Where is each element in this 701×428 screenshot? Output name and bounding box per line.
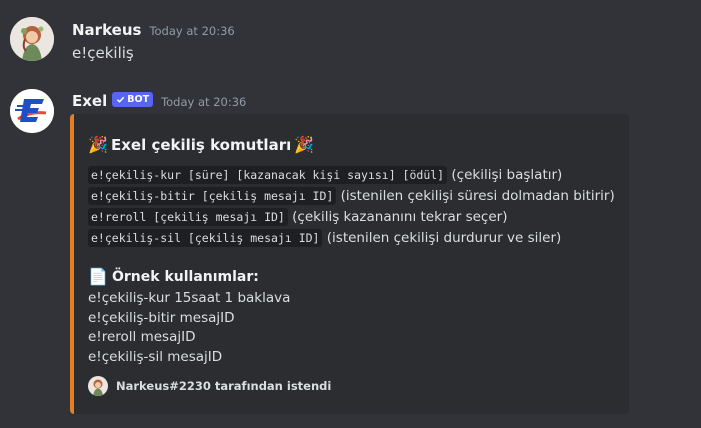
command-description: (istenilen çekilişi süresi dolmadan biti…	[336, 188, 615, 204]
examples-title-text: Örnek kullanımlar:	[112, 268, 259, 285]
user-avatar-narkeus[interactable]	[10, 17, 54, 61]
bot-tag: BOT	[112, 92, 154, 107]
username[interactable]: Narkeus	[72, 21, 141, 39]
party-popper-icon: 🎉	[88, 135, 108, 154]
message-header: Narkeus Today at 20:36	[72, 21, 235, 39]
bot-tag-label: BOT	[127, 94, 150, 105]
footer-avatar	[88, 376, 108, 396]
example-line: e!çekiliş-kur 15saat 1 baklava	[88, 290, 291, 306]
examples-title: 📄 Örnek kullanımlar:	[88, 267, 259, 286]
command-line: e!çekiliş-kur [süre] [kazanacak kişi say…	[88, 166, 563, 184]
example-line: e!çekiliş-sil mesajID	[88, 349, 223, 365]
timestamp[interactable]: Today at 20:36	[161, 95, 246, 109]
avatar-illustration-icon	[10, 17, 54, 61]
footer-avatar-icon	[88, 376, 108, 396]
message-content: e!çekiliş	[72, 44, 134, 62]
example-line: e!reroll mesajID	[88, 329, 196, 345]
embed-title-text: Exel çekiliş komutları	[111, 135, 292, 154]
embed-footer: Narkeus#2230 tarafından istendi	[88, 376, 331, 396]
command-code: e!çekiliş-kur [süre] [kazanacak kişi say…	[88, 166, 448, 184]
command-code: e!çekiliş-bitir [çekiliş mesajı ID]	[88, 187, 337, 205]
timestamp[interactable]: Today at 20:36	[149, 24, 234, 38]
example-line: e!çekiliş-bitir mesajID	[88, 310, 235, 326]
command-description: (istenilen çekilişi durdurur ve siler)	[322, 230, 562, 246]
embed: 🎉 Exel çekiliş komutları 🎉 e!çekiliş-kur…	[70, 114, 629, 414]
command-line: e!reroll [çekiliş mesajı ID] (çekiliş ka…	[88, 208, 508, 226]
command-line: e!çekiliş-bitir [çekiliş mesajı ID] (ist…	[88, 187, 615, 205]
command-line: e!çekiliş-sil [çekiliş mesajı ID] (isten…	[88, 229, 562, 247]
footer-text: Narkeus#2230 tarafından istendi	[116, 379, 332, 393]
exel-logo-icon	[10, 89, 54, 133]
page-facing-up-icon: 📄	[88, 267, 108, 286]
party-popper-icon: 🎉	[294, 135, 315, 154]
username[interactable]: Exel	[72, 92, 107, 110]
command-code: e!reroll [çekiliş mesajı ID]	[88, 208, 288, 226]
embed-title: 🎉 Exel çekiliş komutları 🎉	[88, 135, 314, 154]
checkmark-icon	[117, 96, 125, 103]
command-description: (çekilişi başlatır)	[447, 167, 563, 183]
command-description: (çekiliş kazananını tekrar seçer)	[287, 209, 508, 225]
command-code: e!çekiliş-sil [çekiliş mesajı ID]	[88, 229, 323, 247]
message-header: Exel BOT Today at 20:36	[72, 92, 246, 110]
bot-avatar-exel[interactable]	[10, 89, 54, 133]
